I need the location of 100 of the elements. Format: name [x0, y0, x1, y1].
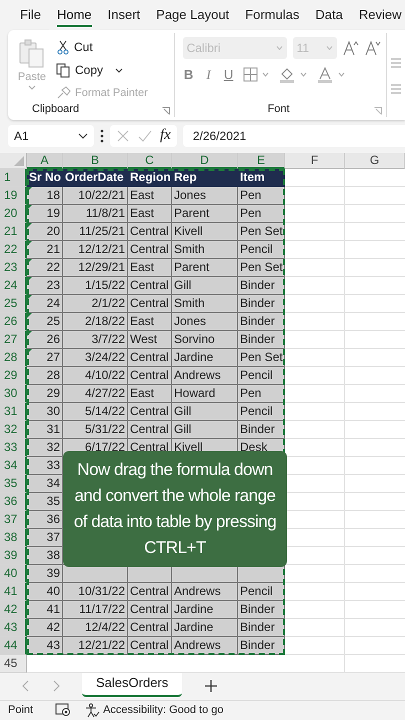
cancel-icon[interactable]: [116, 128, 130, 142]
table-cell: Pencil: [238, 241, 285, 259]
row-header[interactable]: 35: [0, 475, 27, 493]
table-header-cell: Item: [238, 169, 285, 187]
caret-icon: [326, 46, 333, 50]
sheet-tab[interactable]: SalesOrders: [82, 671, 182, 698]
table-cell: 2/1/22: [63, 295, 128, 313]
underline-button[interactable]: U: [222, 67, 235, 82]
table-cell: Binder: [238, 295, 285, 313]
table-cell: Pencil: [238, 583, 285, 601]
ribbon-tab[interactable]: Review: [350, 0, 405, 30]
table-cell: 23: [27, 277, 63, 295]
select-all-icon[interactable]: [14, 156, 24, 166]
ribbon-tab[interactable]: File: [12, 0, 49, 30]
formula-input[interactable]: 2/26/2021: [182, 124, 405, 146]
row-header[interactable]: 40: [0, 565, 27, 583]
row-header[interactable]: 22: [0, 241, 27, 259]
check-icon[interactable]: [138, 128, 152, 142]
column-header[interactable]: G: [345, 153, 405, 169]
row-header[interactable]: 42: [0, 601, 27, 619]
font-color-icon[interactable]: [316, 67, 347, 83]
shrink-font-icon[interactable]: [364, 40, 381, 56]
table-cell: 10/31/22: [63, 583, 128, 601]
italic-button[interactable]: I: [202, 67, 215, 83]
table-cell: 22: [27, 259, 63, 277]
row-header[interactable]: 34: [0, 457, 27, 475]
add-sheet-icon[interactable]: [204, 679, 218, 694]
table-cell: Pen Set: [238, 259, 285, 277]
row-header[interactable]: 36: [0, 493, 27, 511]
row-header[interactable]: 32: [0, 421, 27, 439]
scissors-icon: [56, 40, 70, 54]
row-header[interactable]: 45: [0, 655, 27, 673]
table-cell: 37: [27, 529, 63, 547]
row-header[interactable]: 38: [0, 529, 27, 547]
ribbon-tab[interactable]: Home: [48, 0, 100, 30]
column-header[interactable]: A: [27, 153, 63, 169]
table-cell: Central: [128, 277, 172, 295]
ribbon-tab[interactable]: Page Layout: [148, 0, 238, 30]
copy-button[interactable]: Copy: [56, 60, 148, 80]
row-header[interactable]: 26: [0, 313, 27, 331]
column-header[interactable]: B: [63, 153, 128, 169]
table-cell: 38: [27, 547, 63, 565]
previous-sheet-icon[interactable]: [22, 680, 30, 692]
table-header-cell: Rep: [172, 169, 238, 187]
table-cell: 11/8/21: [63, 205, 128, 223]
table-cell: Central: [128, 637, 172, 655]
caret-icon[interactable]: [115, 68, 124, 72]
accessibility-status[interactable]: Accessibility: Good to go: [85, 702, 224, 718]
table-cell: East: [128, 187, 172, 205]
name-box[interactable]: A1: [8, 124, 94, 146]
row-header[interactable]: 19: [0, 187, 27, 205]
table-cell: East: [128, 385, 172, 403]
insert-function-button[interactable]: fx: [160, 127, 171, 144]
row-header[interactable]: 25: [0, 295, 27, 313]
table-cell: 4/10/22: [63, 367, 128, 385]
table-cell: Binder: [238, 619, 285, 637]
row-header[interactable]: 21: [0, 223, 27, 241]
table-cell: Gill: [172, 277, 238, 295]
row-header[interactable]: 29: [0, 367, 27, 385]
fill-color-icon[interactable]: [278, 67, 309, 83]
table-cell: Binder: [238, 421, 285, 439]
row-header[interactable]: 39: [0, 547, 27, 565]
row-header[interactable]: 43: [0, 619, 27, 637]
paste-button[interactable]: Paste: [12, 37, 52, 103]
ribbon-tab[interactable]: Data: [307, 0, 351, 30]
row-header[interactable]: 20: [0, 205, 27, 223]
column-header[interactable]: D: [172, 153, 238, 169]
row-header[interactable]: 41: [0, 583, 27, 601]
table-cell: 39: [27, 565, 63, 583]
table-cell: Andrews: [172, 367, 238, 385]
row-header[interactable]: 33: [0, 439, 27, 457]
next-sheet-icon[interactable]: [52, 680, 60, 692]
table-cell: Gill: [172, 403, 238, 421]
column-header[interactable]: F: [285, 153, 345, 169]
row-header[interactable]: 24: [0, 277, 27, 295]
row-header[interactable]: 28: [0, 349, 27, 367]
row-header[interactable]: 27: [0, 331, 27, 349]
row-header[interactable]: 31: [0, 403, 27, 421]
dialog-launcher-icon[interactable]: [162, 107, 170, 115]
dialog-launcher-icon[interactable]: [374, 107, 382, 115]
row-header[interactable]: 1: [0, 169, 27, 187]
table-cell: 40: [27, 583, 63, 601]
row-header[interactable]: 44: [0, 637, 27, 655]
ribbon-tab[interactable]: Insert: [100, 0, 148, 30]
cut-button[interactable]: Cut: [56, 37, 148, 57]
more-icon[interactable]: [100, 128, 104, 142]
column-header[interactable]: E: [238, 153, 285, 169]
table-cell: 12/21/22: [63, 637, 128, 655]
macro-recording-icon[interactable]: [55, 703, 72, 718]
row-header[interactable]: 37: [0, 511, 27, 529]
group-label: Clipboard: [32, 103, 80, 115]
column-header[interactable]: C: [128, 153, 172, 169]
table-cell: West: [128, 331, 172, 349]
ribbon-tab[interactable]: Formulas: [237, 0, 308, 30]
grow-font-icon[interactable]: [342, 40, 359, 56]
borders-icon[interactable]: [242, 67, 271, 83]
row-header[interactable]: 23: [0, 259, 27, 277]
bold-button[interactable]: B: [182, 67, 195, 82]
table-cell: 34: [27, 475, 63, 493]
row-header[interactable]: 30: [0, 385, 27, 403]
